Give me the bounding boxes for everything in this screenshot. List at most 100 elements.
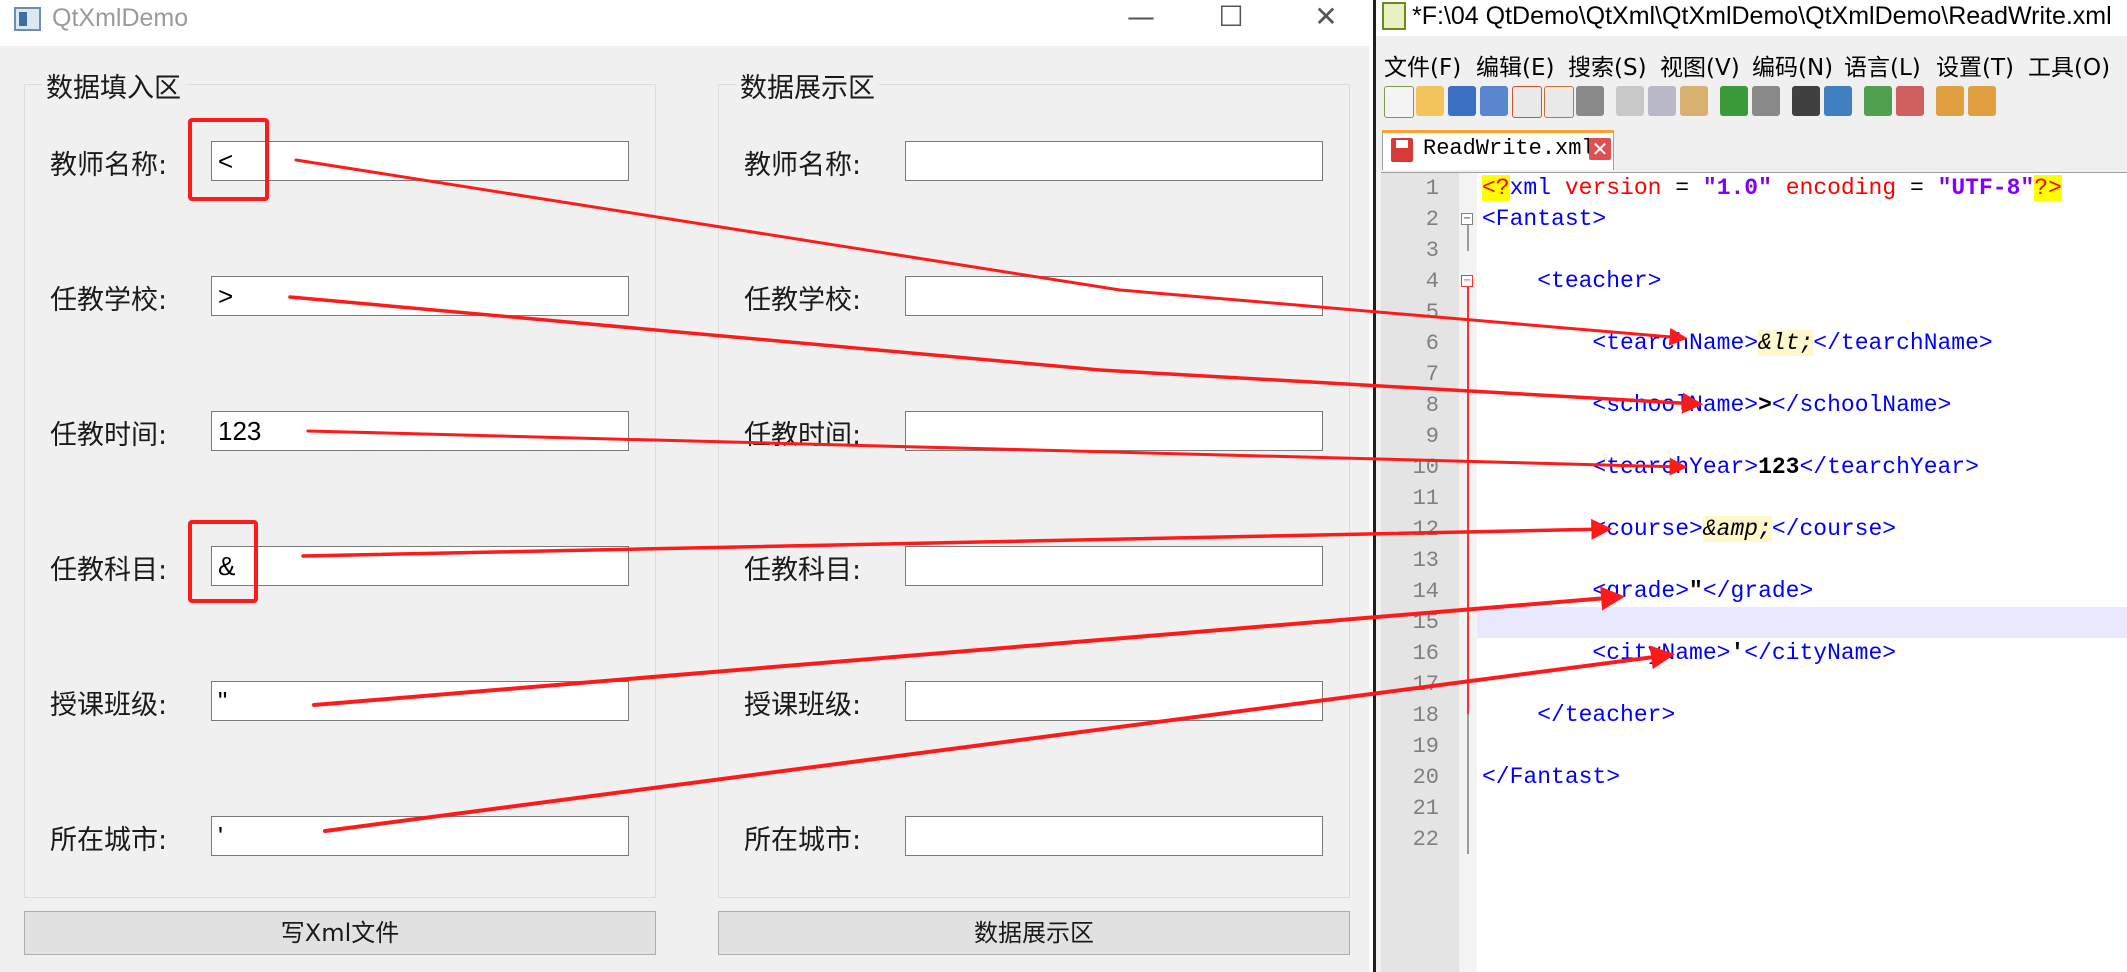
display-grade-input[interactable] [905, 681, 1323, 721]
menu-tools[interactable]: 工具(O) [2028, 48, 2110, 82]
undo-icon[interactable] [1720, 86, 1748, 116]
code-line-18: </teacher> [1482, 700, 1675, 731]
code-line-14: <grade>"</grade> [1482, 576, 1813, 607]
line-number: 7 [1425, 362, 1439, 387]
fold-toggle-icon[interactable]: − [1461, 275, 1473, 287]
menu-view[interactable]: 视图(V) [1660, 48, 1740, 82]
open-file-icon[interactable] [1416, 86, 1444, 116]
display-city-input[interactable] [905, 816, 1323, 856]
fold-toggle-icon[interactable]: − [1461, 213, 1473, 225]
zoom-out-icon[interactable] [1896, 86, 1924, 116]
maximize-button[interactable]: ☐ [1194, 0, 1268, 46]
line-number: 10 [1412, 455, 1439, 480]
xml-entity-amp: &amp; [1702, 516, 1772, 542]
xml-tag: <Fantast> [1482, 206, 1607, 232]
xml-value-encoding: "UTF-8" [1937, 175, 2035, 201]
paste-icon[interactable] [1680, 86, 1708, 116]
teaching-year-input[interactable]: 123 [211, 411, 629, 451]
school-label: 任教学校: [50, 285, 168, 316]
xml-tag: <grade> [1592, 578, 1690, 604]
display-course-input[interactable] [905, 546, 1323, 586]
tab-label: ReadWrite.xml [1423, 136, 1595, 161]
menu-file[interactable]: 文件(F) [1384, 48, 1461, 82]
sync-vertical-icon[interactable] [1936, 86, 1964, 116]
minimize-button[interactable]: — [1104, 0, 1178, 46]
line-number: 20 [1412, 765, 1439, 790]
line-number: 13 [1412, 548, 1439, 573]
save-icon[interactable] [1448, 86, 1476, 116]
teacher-name-label: 教师名称: [50, 150, 168, 181]
display-teacher-name-label: 教师名称: [744, 150, 862, 181]
redo-icon[interactable] [1752, 86, 1780, 116]
display-teaching-year-input[interactable] [905, 411, 1323, 451]
xml-tag: <teacher> [1537, 268, 1662, 294]
code-line-16: <cityName>'</cityName> [1482, 638, 1896, 669]
menu-settings[interactable]: 设置(T) [1936, 48, 2014, 82]
close-button[interactable]: ✕ [1289, 0, 1363, 46]
notepad-window: *F:\04 QtDemo\QtXml\QtXmlDemo\QtXmlDemo\… [1373, 0, 2127, 972]
city-input[interactable]: ' [211, 816, 629, 856]
xml-tag: </tearchYear> [1799, 454, 1979, 480]
print-icon[interactable] [1576, 86, 1604, 116]
xml-tag: <cityName> [1592, 640, 1731, 666]
tab-close-icon[interactable]: ✕ [1589, 138, 1611, 160]
xml-text: 123 [1758, 454, 1800, 480]
display-course-label: 任教科目: [744, 555, 862, 586]
xml-tag: </course> [1771, 516, 1897, 542]
toolbar [1376, 84, 2127, 122]
display-city-label: 所在城市: [744, 825, 862, 856]
close-icon[interactable] [1512, 86, 1542, 118]
xml-pi-open: <? [1482, 175, 1510, 201]
zoom-in-icon[interactable] [1864, 86, 1892, 116]
grade-input[interactable]: " [211, 681, 629, 721]
school-input[interactable]: > [211, 276, 629, 316]
fold-guide [1467, 287, 1469, 714]
line-number: 8 [1425, 393, 1439, 418]
replace-icon[interactable] [1824, 86, 1852, 116]
display-teacher-name-input[interactable] [905, 141, 1323, 181]
xml-tag: </cityName> [1744, 640, 1897, 666]
code-editor[interactable]: 1 2 3 4 5 6 7 8 9 10 11 12 13 14 15 16 1… [1381, 172, 2127, 972]
line-number-gutter: 1 2 3 4 5 6 7 8 9 10 11 12 13 14 15 16 1… [1381, 173, 1459, 972]
xml-tag: <tearchName> [1592, 330, 1759, 356]
display-school-label: 任教学校: [744, 285, 862, 316]
menu-language[interactable]: 语言(L) [1844, 48, 1921, 82]
sync-horizontal-icon[interactable] [1968, 86, 1996, 116]
find-icon[interactable] [1792, 86, 1820, 116]
xml-equals: = [1661, 175, 1703, 201]
display-teaching-year-label: 任教时间: [744, 420, 862, 451]
line-number: 12 [1412, 517, 1439, 542]
course-input[interactable]: & [211, 546, 629, 586]
code-line-8: <schoolName>></schoolName> [1482, 390, 1951, 421]
teacher-name-input[interactable]: < [211, 141, 629, 181]
tab-readwrite-xml[interactable]: ReadWrite.xml ✕ [1382, 130, 1614, 170]
copy-icon[interactable] [1648, 86, 1676, 116]
menu-search[interactable]: 搜索(S) [1568, 48, 1647, 82]
line-number: 9 [1425, 424, 1439, 449]
show-data-button[interactable]: 数据展示区 [718, 911, 1350, 955]
display-group-title: 数据展示区 [736, 66, 879, 105]
fold-guide [1467, 714, 1469, 854]
close-all-icon[interactable] [1544, 86, 1574, 118]
course-label: 任教科目: [50, 555, 168, 586]
highlight-box-lt [188, 118, 269, 201]
new-file-icon[interactable] [1384, 86, 1414, 118]
unsaved-file-icon [1391, 138, 1413, 162]
line-number: 4 [1425, 269, 1439, 294]
xml-tag: </schoolName> [1771, 392, 1952, 418]
notepad-title-bar: *F:\04 QtDemo\QtXml\QtXmlDemo\QtXmlDemo\… [1376, 0, 2127, 36]
cut-icon[interactable] [1616, 86, 1644, 116]
write-xml-button[interactable]: 写Xml文件 [24, 911, 656, 955]
menu-encoding[interactable]: 编码(N) [1752, 48, 1833, 82]
display-school-input[interactable] [905, 276, 1323, 316]
xml-text: " [1689, 578, 1703, 604]
code-line-12: <course>&amp;</course> [1482, 514, 1896, 545]
code-line-20: </Fantast> [1482, 762, 1620, 793]
menu-edit[interactable]: 编辑(E) [1476, 48, 1554, 82]
code-line-4: <teacher> [1482, 266, 1661, 297]
display-groupbox [718, 84, 1350, 898]
city-label: 所在城市: [50, 825, 168, 856]
xml-text: > [1758, 392, 1772, 418]
save-all-icon[interactable] [1480, 86, 1508, 116]
code-line-10: <tearchYear>123</tearchYear> [1482, 452, 1979, 483]
